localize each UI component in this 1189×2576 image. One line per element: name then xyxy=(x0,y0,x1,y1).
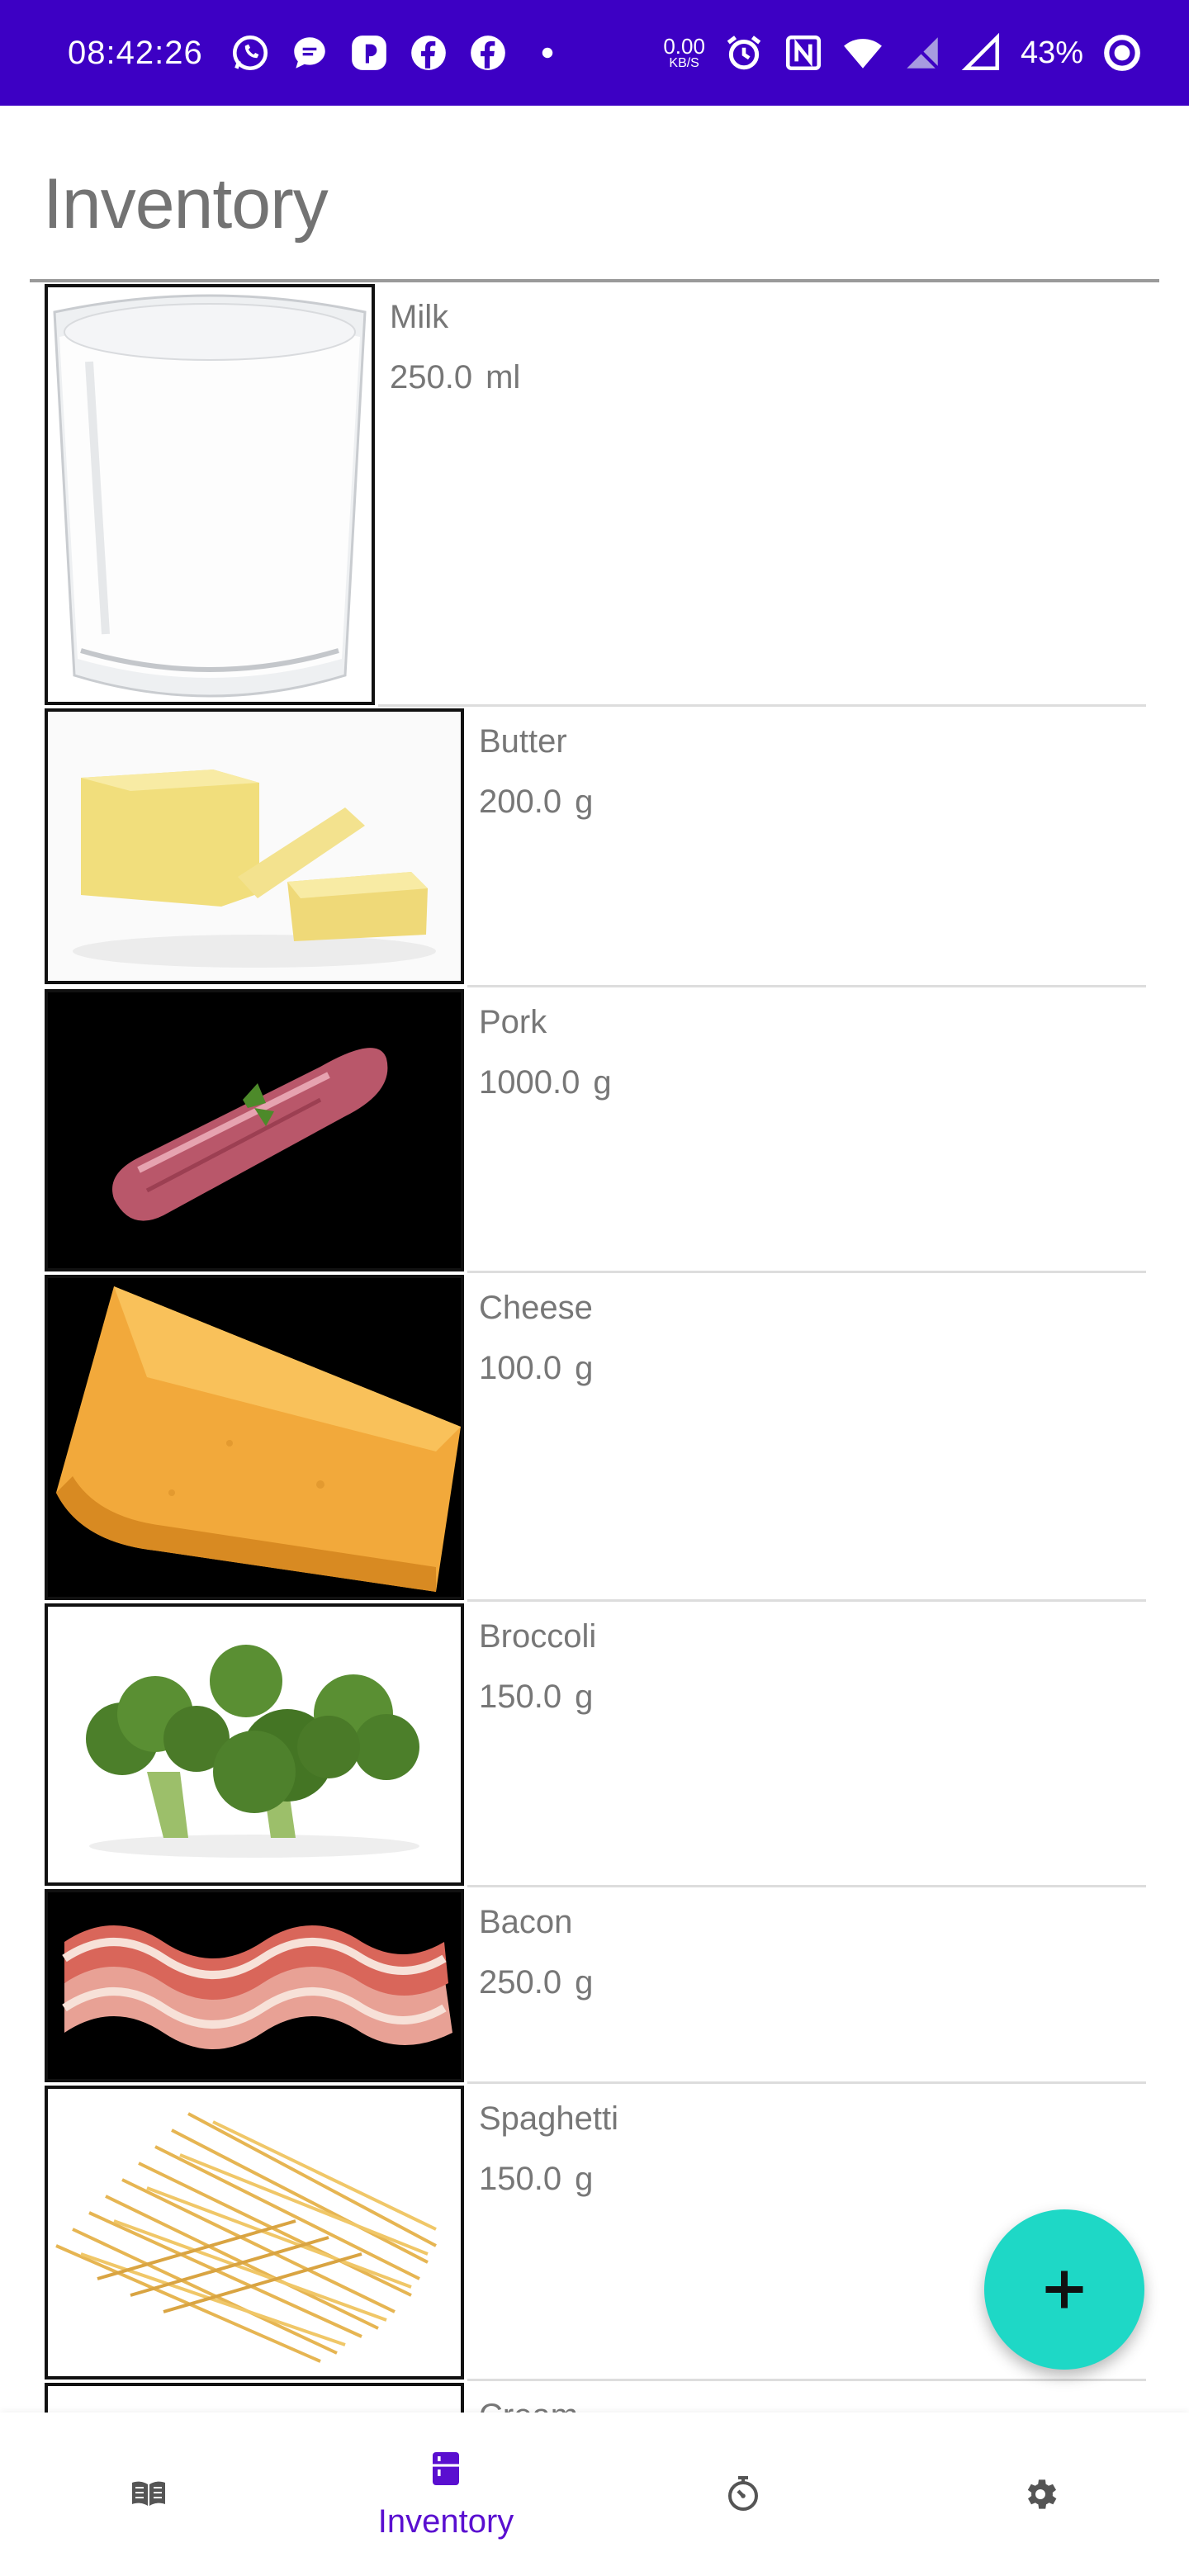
status-time: 08:42:26 xyxy=(68,34,203,71)
add-item-button[interactable] xyxy=(984,2209,1144,2370)
item-quantity: 200.0 g xyxy=(479,784,593,821)
item-amount: 1000.0 xyxy=(479,1064,580,1101)
inventory-item-butter[interactable]: Butter 200.0 g xyxy=(45,707,1146,987)
item-unit: g xyxy=(575,1350,594,1386)
signal-no-service-icon xyxy=(902,32,943,73)
item-name: Broccoli xyxy=(479,1618,597,1655)
alarm-icon xyxy=(723,32,765,73)
wifi-icon xyxy=(842,32,883,73)
item-quantity: 250.0 g xyxy=(479,1964,593,2001)
broccoli-image xyxy=(45,1603,464,1886)
facebook-icon xyxy=(467,32,509,73)
inventory-list[interactable]: Milk 250.0 ml Butter 200.0 g Pork 1000.0… xyxy=(0,282,1189,2413)
notification-icons xyxy=(230,32,568,73)
status-bar: 08:42:26 0.00 KB/S 43% xyxy=(0,0,1189,106)
item-name: Pork xyxy=(479,1004,547,1040)
butter-info: Butter 200.0 g xyxy=(479,723,593,821)
page-title: Inventory xyxy=(43,164,329,244)
inventory-item-broccoli[interactable]: Broccoli 150.0 g xyxy=(45,1602,1146,1887)
whatsapp-icon xyxy=(230,32,271,73)
item-quantity: 150.0 g xyxy=(479,1679,596,1716)
item-amount: 150.0 xyxy=(479,2161,562,2197)
pork-image xyxy=(45,989,464,1271)
nav-item-timer[interactable] xyxy=(594,2413,892,2576)
app-notification-icon xyxy=(348,32,390,73)
item-unit: g xyxy=(575,1679,594,1715)
nav-item-settings[interactable] xyxy=(892,2413,1189,2576)
item-amount: 200.0 xyxy=(479,784,562,820)
item-quantity: 150.0 g xyxy=(479,2161,618,2198)
item-unit: g xyxy=(575,784,594,820)
item-quantity: 1000.0 g xyxy=(479,1064,612,1101)
item-name: Butter xyxy=(479,723,567,760)
network-speed-unit: KB/S xyxy=(669,56,699,70)
book-icon xyxy=(132,2481,165,2506)
item-name: Milk xyxy=(390,299,449,335)
nav-label-inventory: Inventory xyxy=(377,2503,514,2540)
inventory-item-cheese[interactable]: Cheese 100.0 g xyxy=(45,1273,1146,1602)
bottom-navigation: Inventory xyxy=(0,2413,1189,2576)
inventory-item-cream[interactable]: Cream xyxy=(45,2381,1146,2413)
nfc-icon xyxy=(783,32,824,73)
network-speed-value: 0.00 xyxy=(663,34,705,59)
cream-image xyxy=(45,2383,464,2413)
item-unit: g xyxy=(575,1964,594,2001)
battery-ring-icon xyxy=(1101,32,1143,73)
network-speed: 0.00 KB/S xyxy=(663,36,705,70)
plus-icon xyxy=(1045,2271,1083,2308)
item-name: Cream xyxy=(479,2398,578,2413)
item-quantity: 250.0 ml xyxy=(390,359,520,396)
pork-info: Pork 1000.0 g xyxy=(479,1004,612,1101)
item-amount: 100.0 xyxy=(479,1350,562,1386)
item-unit: ml xyxy=(486,359,521,395)
spaghetti-image xyxy=(45,2086,464,2379)
item-name: Cheese xyxy=(479,1290,593,1326)
spaghetti-info: Spaghetti 150.0 g xyxy=(479,2100,618,2198)
facebook-icon xyxy=(408,32,449,73)
bacon-info: Bacon 250.0 g xyxy=(479,1904,593,2001)
item-amount: 150.0 xyxy=(479,1679,562,1715)
nav-item-inventory[interactable]: Inventory xyxy=(297,2413,594,2576)
inventory-item-milk[interactable]: Milk 250.0 ml xyxy=(45,282,1146,707)
nav-item-recipes[interactable] xyxy=(0,2413,297,2576)
messages-icon xyxy=(289,32,330,73)
item-amount: 250.0 xyxy=(390,359,473,395)
milk-image xyxy=(45,284,375,705)
butter-image xyxy=(45,708,464,984)
signal-icon xyxy=(961,32,1002,73)
timer-icon xyxy=(728,2476,758,2511)
item-name: Spaghetti xyxy=(479,2100,619,2137)
item-amount: 250.0 xyxy=(479,1964,562,2001)
cheese-image xyxy=(45,1275,464,1600)
cheese-info: Cheese 100.0 g xyxy=(479,1290,593,1387)
milk-info: Milk 250.0 ml xyxy=(390,299,520,396)
gear-icon xyxy=(1027,2479,1057,2509)
item-unit: g xyxy=(575,2161,594,2197)
item-quantity: 100.0 g xyxy=(479,1350,593,1387)
inventory-item-spaghetti[interactable]: Spaghetti 150.0 g xyxy=(45,2084,1146,2381)
more-notifications-dot-icon xyxy=(527,32,568,73)
system-indicators: 0.00 KB/S 43% xyxy=(663,32,1143,73)
inventory-item-bacon[interactable]: Bacon 250.0 g xyxy=(45,1887,1146,2084)
item-name: Bacon xyxy=(479,1904,573,1940)
inventory-item-pork[interactable]: Pork 1000.0 g xyxy=(45,987,1146,1273)
battery-percent: 43% xyxy=(1020,35,1083,70)
inventory-icon xyxy=(433,2451,459,2485)
cream-info: Cream xyxy=(479,2398,578,2413)
broccoli-info: Broccoli 150.0 g xyxy=(479,1618,596,1716)
item-unit: g xyxy=(593,1064,612,1101)
bacon-image xyxy=(45,1889,464,2082)
